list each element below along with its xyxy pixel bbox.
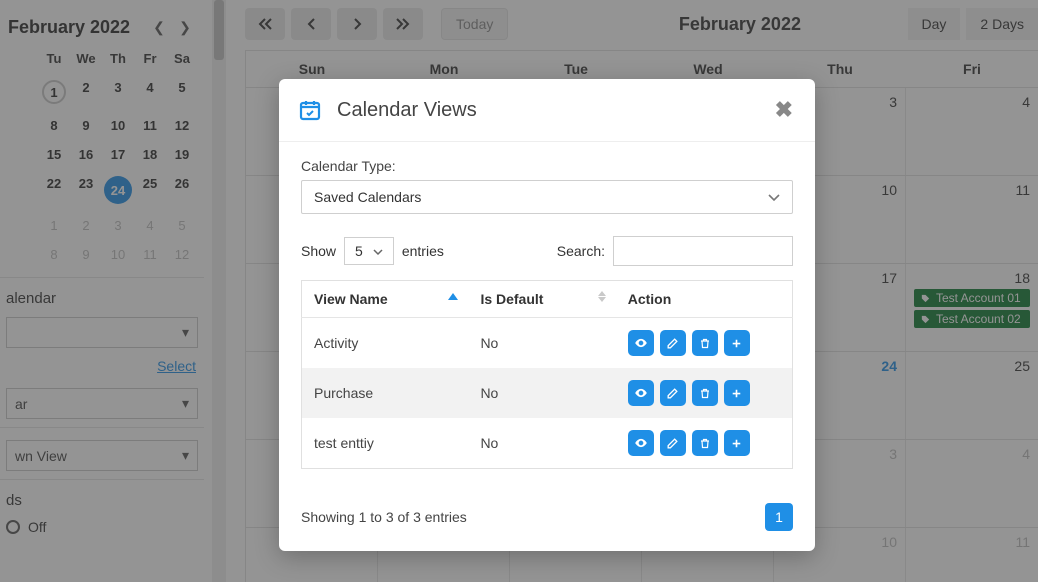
view-action-view[interactable] xyxy=(628,380,654,406)
chevron-down-icon xyxy=(768,189,780,205)
table-row: Purchase No xyxy=(302,368,793,418)
page-size-select[interactable]: 5 xyxy=(344,237,394,265)
modal-title: Calendar Views xyxy=(337,99,477,122)
modal-close-button[interactable]: ✖ xyxy=(775,97,793,123)
entries-label: entries xyxy=(402,243,444,259)
view-action-delete[interactable] xyxy=(692,330,718,356)
view-action-delete[interactable] xyxy=(692,430,718,456)
col-action: Action xyxy=(628,291,672,307)
is-default-cell: No xyxy=(468,318,615,369)
views-table: View Name Is Default Action Activity No xyxy=(301,280,793,469)
view-action-edit[interactable] xyxy=(660,380,686,406)
table-row: Activity No xyxy=(302,318,793,369)
page-size-value: 5 xyxy=(355,243,363,259)
is-default-cell: No xyxy=(468,368,615,418)
search-label: Search: xyxy=(557,243,605,259)
view-action-add[interactable] xyxy=(724,330,750,356)
table-row: test enttiy No xyxy=(302,418,793,469)
sort-asc-icon xyxy=(448,293,458,300)
page-1-button[interactable]: 1 xyxy=(765,503,793,531)
is-default-cell: No xyxy=(468,418,615,469)
view-name-cell: Activity xyxy=(302,318,469,369)
view-action-add[interactable] xyxy=(724,430,750,456)
calendar-icon xyxy=(297,97,323,123)
view-action-edit[interactable] xyxy=(660,330,686,356)
col-view-name[interactable]: View Name xyxy=(314,291,388,307)
col-is-default[interactable]: Is Default xyxy=(480,291,543,307)
view-action-view[interactable] xyxy=(628,430,654,456)
calendar-type-value: Saved Calendars xyxy=(314,189,421,205)
chevron-down-icon xyxy=(373,243,383,259)
search-input[interactable] xyxy=(613,236,793,266)
show-label: Show xyxy=(301,243,336,259)
view-name-cell: test enttiy xyxy=(302,418,469,469)
calendar-type-dropdown[interactable]: Saved Calendars xyxy=(301,180,793,214)
calendar-views-modal: Calendar Views ✖ Calendar Type: Saved Ca… xyxy=(279,79,815,551)
table-summary: Showing 1 to 3 of 3 entries xyxy=(301,509,467,525)
view-action-view[interactable] xyxy=(628,330,654,356)
sort-neutral-icon xyxy=(598,291,606,302)
view-action-delete[interactable] xyxy=(692,380,718,406)
view-name-cell: Purchase xyxy=(302,368,469,418)
view-action-edit[interactable] xyxy=(660,430,686,456)
view-action-add[interactable] xyxy=(724,380,750,406)
calendar-type-label: Calendar Type: xyxy=(301,158,793,174)
